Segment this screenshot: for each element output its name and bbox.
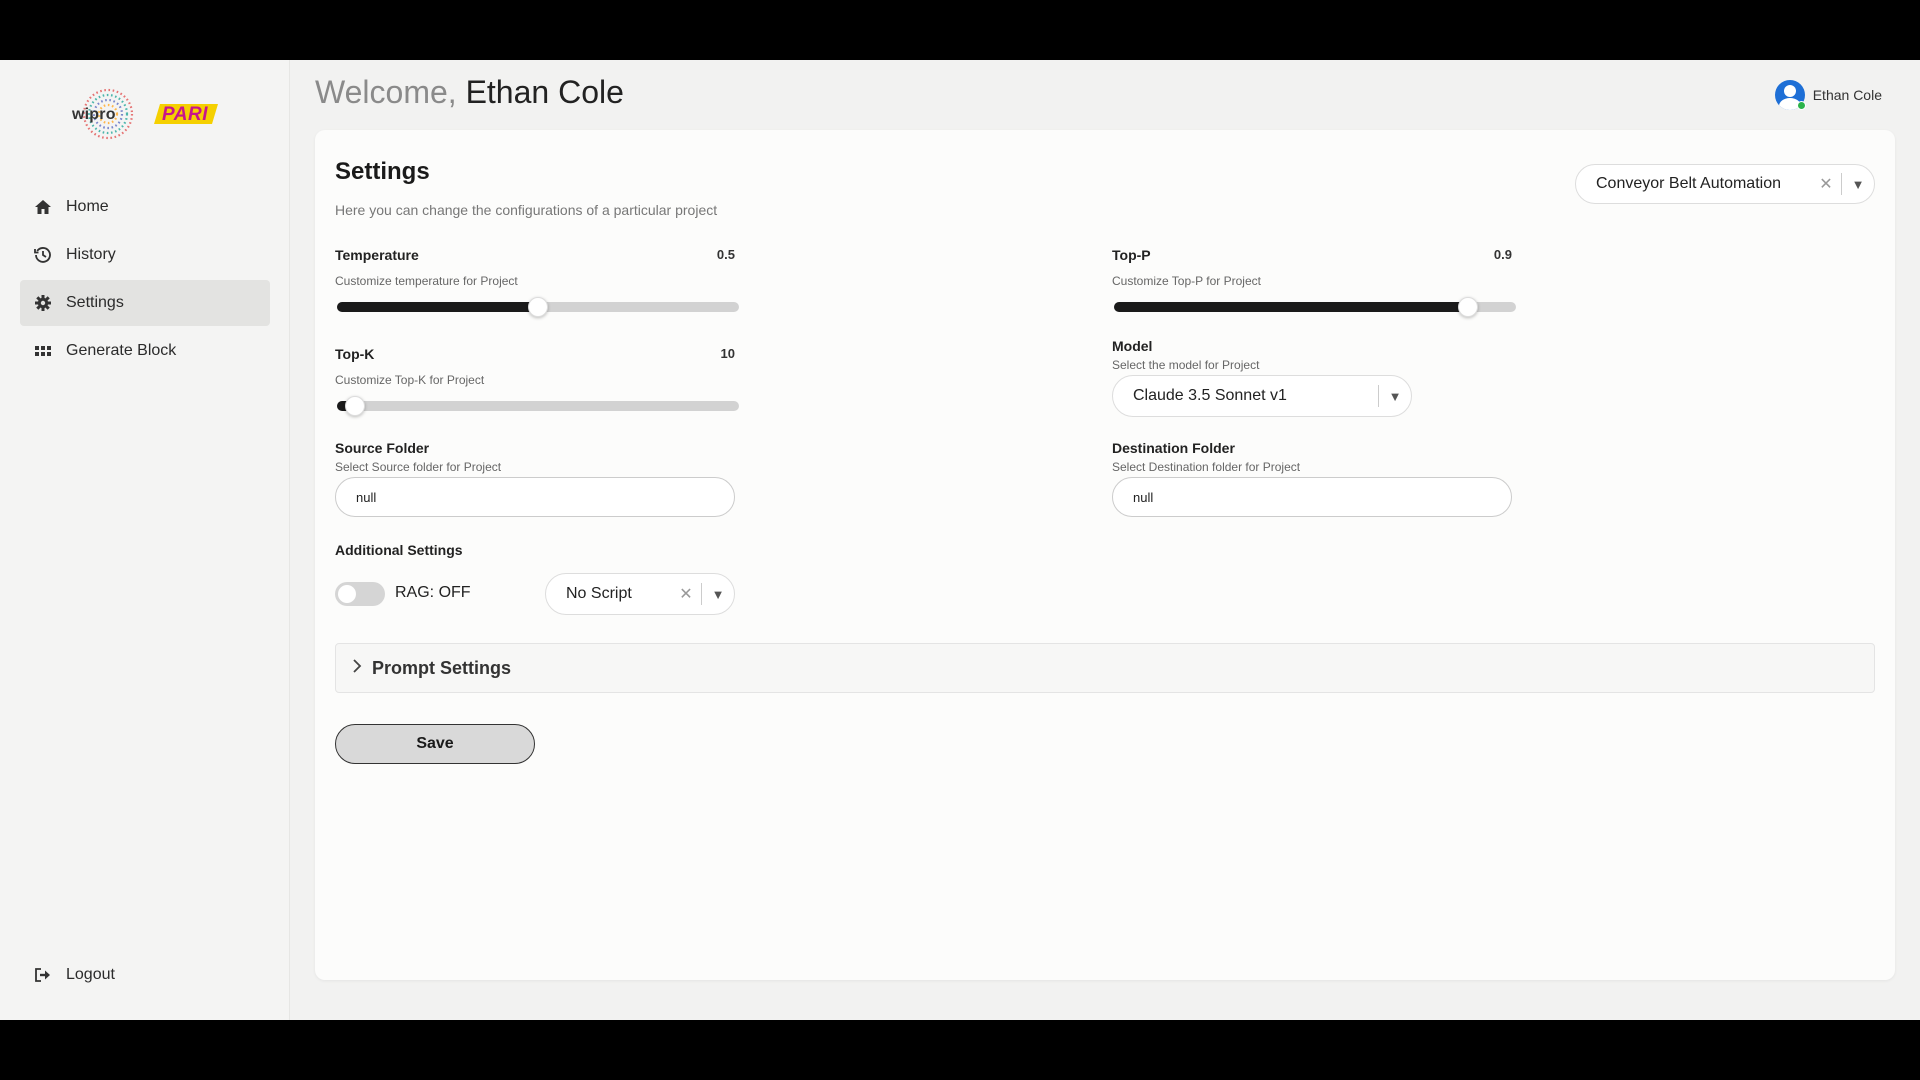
script-select[interactable]: No Script ✕ ▼ — [545, 573, 735, 615]
logout-label: Logout — [66, 966, 115, 983]
source-folder-input[interactable]: null — [335, 477, 735, 517]
sidebar: wipro PARI Home History Settings Generat… — [0, 60, 290, 1020]
welcome-prefix: Welcome, — [315, 74, 466, 110]
app-window: wipro PARI Home History Settings Generat… — [0, 60, 1920, 1020]
top-k-label: Top-K — [335, 346, 375, 362]
source-folder-description: Select Source folder for Project — [335, 460, 502, 474]
sidebar-item-home[interactable]: Home — [20, 184, 270, 230]
rag-toggle[interactable] — [335, 582, 385, 606]
history-icon — [34, 246, 52, 264]
top-p-label: Top-P — [1112, 247, 1151, 263]
chevron-down-icon[interactable]: ▼ — [1842, 177, 1874, 192]
top-k-slider-thumb[interactable] — [344, 396, 365, 416]
top-p-description: Customize Top-P for Project — [1112, 274, 1261, 288]
sidebar-item-settings[interactable]: Settings — [20, 280, 270, 326]
model-description: Select the model for Project — [1112, 358, 1260, 372]
model-select-value: Claude 3.5 Sonnet v1 — [1133, 387, 1287, 404]
destination-folder-label: Destination Folder — [1112, 440, 1235, 456]
top-letterbox — [0, 0, 1920, 60]
online-status-dot — [1796, 101, 1806, 110]
model-label: Model — [1112, 338, 1153, 354]
temperature-description: Customize temperature for Project — [335, 274, 518, 288]
source-folder-value: null — [356, 489, 377, 505]
settings-card: Settings Here you can change the configu… — [315, 130, 1895, 980]
temperature-label: Temperature — [335, 247, 419, 263]
logout-icon — [34, 966, 52, 984]
rag-toggle-knob — [338, 585, 356, 603]
sidebar-item-label: Home — [66, 198, 109, 215]
additional-settings-label: Additional Settings — [335, 542, 463, 558]
settings-subtitle: Here you can change the configurations o… — [335, 202, 718, 218]
chevron-down-icon[interactable]: ▼ — [1379, 389, 1411, 404]
wipro-logo-text: wipro — [72, 106, 116, 123]
sidebar-nav: Home History Settings Generate Block — [20, 184, 270, 376]
model-select[interactable]: Claude 3.5 Sonnet v1 ▼ — [1112, 375, 1412, 417]
clear-icon[interactable]: ✕ — [1811, 174, 1841, 194]
pari-logo: PARI — [154, 103, 218, 125]
sidebar-item-history[interactable]: History — [20, 232, 270, 278]
destination-folder-description: Select Destination folder for Project — [1112, 460, 1301, 474]
gear-icon — [34, 294, 52, 312]
bottom-letterbox — [0, 1020, 1920, 1080]
prompt-settings-label: Prompt Settings — [372, 657, 512, 678]
project-select-value: Conveyor Belt Automation — [1596, 175, 1781, 192]
user-name: Ethan Cole — [1812, 87, 1882, 103]
logout-button[interactable]: Logout — [20, 952, 270, 998]
rag-toggle-label: RAG: OFF — [395, 584, 471, 601]
top-k-description: Customize Top-K for Project — [335, 373, 485, 387]
sidebar-item-label: Generate Block — [66, 342, 177, 359]
wipro-logo: wipro — [70, 86, 136, 142]
top-p-value: 0.9 — [1493, 247, 1512, 262]
page-title: Welcome, Ethan Cole — [315, 74, 624, 111]
grid-icon — [34, 342, 52, 360]
script-select-value: No Script — [566, 585, 632, 602]
destination-folder-value: null — [1133, 489, 1154, 505]
temperature-slider-fill — [337, 302, 538, 312]
prompt-settings-accordion[interactable]: Prompt Settings — [335, 643, 1875, 693]
welcome-user-name: Ethan Cole — [465, 74, 624, 110]
top-k-value: 10 — [720, 346, 735, 361]
chevron-down-icon[interactable]: ▼ — [702, 587, 734, 602]
top-k-slider[interactable] — [337, 396, 739, 416]
source-folder-label: Source Folder — [335, 440, 430, 456]
sidebar-item-generate-block[interactable]: Generate Block — [20, 328, 270, 374]
project-select[interactable]: Conveyor Belt Automation ✕ ▼ — [1575, 164, 1875, 204]
temperature-slider-thumb[interactable] — [528, 297, 548, 317]
home-icon — [34, 198, 52, 216]
temperature-slider[interactable] — [337, 297, 739, 317]
sidebar-item-label: Settings — [66, 294, 124, 311]
chevron-right-icon — [352, 658, 362, 678]
destination-folder-input[interactable]: null — [1112, 477, 1512, 517]
brand-logos: wipro PARI — [70, 86, 218, 142]
settings-title: Settings — [335, 158, 430, 185]
top-p-slider-fill — [1114, 302, 1468, 312]
sidebar-item-label: History — [66, 246, 116, 263]
logout-section: Logout — [20, 952, 270, 1000]
temperature-value: 0.5 — [716, 247, 735, 262]
user-menu[interactable]: Ethan Cole — [1774, 80, 1882, 110]
pari-logo-text: PARI — [162, 104, 208, 125]
clear-icon[interactable]: ✕ — [671, 584, 701, 604]
avatar[interactable] — [1774, 80, 1806, 110]
top-p-slider-thumb[interactable] — [1457, 297, 1478, 317]
save-button[interactable]: Save — [335, 724, 535, 764]
top-p-slider[interactable] — [1114, 297, 1516, 317]
